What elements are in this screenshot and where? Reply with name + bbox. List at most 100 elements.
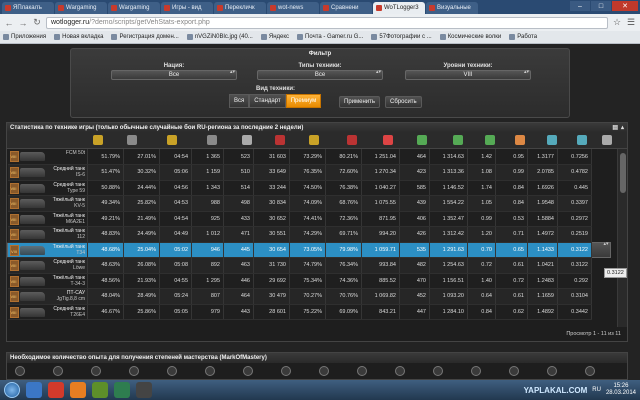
column-sort-icon[interactable]: [167, 135, 177, 145]
tank-label: FCM 50t: [46, 150, 85, 156]
table-row[interactable]: Тяжёлый танкT-34-348.56%21.93%04:551 295…: [7, 273, 611, 289]
column-icon-header: [7, 133, 627, 149]
column-sort-icon[interactable]: [577, 135, 587, 145]
apply-button[interactable]: Применить: [339, 96, 381, 108]
table-cell: 0.72: [495, 273, 528, 289]
browser-tab[interactable]: wot-news: [267, 2, 319, 14]
app-icon[interactable]: [92, 382, 108, 398]
browser-tab[interactable]: ЯПлакалъ: [2, 2, 54, 14]
table-cell: 0.84: [495, 180, 528, 196]
mastery-badge-icon: [357, 366, 367, 376]
bookmark-item[interactable]: Регистрация домен...: [111, 34, 179, 40]
bookmark-item[interactable]: Новая вкладка: [54, 34, 103, 40]
language-indicator[interactable]: RU: [592, 387, 601, 393]
close-icon[interactable]: ✕: [612, 1, 638, 11]
table-cell: 523: [223, 149, 254, 165]
column-sort-icon[interactable]: [275, 135, 285, 145]
bookmark-label: nVGZiN0Blc.jpg (40...: [194, 34, 253, 40]
column-sort-icon[interactable]: [602, 135, 612, 145]
tank-label: ПТ-САУ JgTig.8,8 cm: [46, 290, 85, 302]
browser-tab[interactable]: Игры - вид: [161, 2, 213, 14]
skype-icon[interactable]: [114, 382, 130, 398]
mastery-badge-icon: [433, 366, 443, 376]
explorer-icon[interactable]: [26, 382, 42, 398]
maximize-icon[interactable]: □: [591, 1, 611, 11]
column-sort-icon[interactable]: [127, 135, 137, 145]
export-icon[interactable]: ▤: [612, 124, 618, 131]
start-button[interactable]: [4, 382, 20, 398]
bookmark-item[interactable]: Космические волки: [439, 34, 501, 40]
clock[interactable]: 15:26 28.03.2014: [606, 383, 636, 397]
table-row[interactable]: Средний танкLöwe48.63%26.08%05:088924633…: [7, 257, 611, 274]
tank-cell: Средний танкIS-6: [7, 164, 88, 181]
vertical-scrollbar[interactable]: [617, 149, 627, 327]
tank-silhouette-icon: [19, 199, 45, 208]
table-row[interactable]: Средний танкType 5950.88%24.44%04:561 34…: [7, 180, 611, 196]
table-cell: 585: [399, 180, 430, 196]
bookmark-star-icon[interactable]: ☆: [612, 17, 622, 28]
bookmark-icon: [297, 34, 304, 40]
column-sort-icon[interactable]: [547, 135, 557, 145]
browser-tab[interactable]: Wargaming: [108, 2, 160, 14]
game-icon[interactable]: [136, 382, 152, 398]
forward-icon[interactable]: →: [18, 18, 28, 28]
column-sort-icon[interactable]: [347, 135, 357, 145]
browser-tab[interactable]: Wargaming: [55, 2, 107, 14]
reset-button[interactable]: Сбросить: [385, 96, 422, 108]
reload-icon[interactable]: ↻: [32, 17, 42, 28]
scroll-thumb[interactable]: [620, 153, 626, 193]
column-sort-icon[interactable]: [453, 135, 463, 145]
vid-option[interactable]: Вся: [229, 94, 250, 108]
table-row[interactable]: Тяжёлый танкM6A2E149.21%21.49%04:5492543…: [7, 211, 611, 227]
bookmark-item[interactable]: nVGZiN0Blc.jpg (40...: [186, 34, 253, 40]
column-sort-icon[interactable]: [207, 135, 217, 145]
collapse-icon[interactable]: ▴: [621, 124, 624, 131]
table-row[interactable]: FCM 50t51.79%27.01%04:541 36552331 60373…: [7, 149, 611, 165]
level-select[interactable]: VIII: [405, 70, 531, 80]
browser-tab[interactable]: Перекличк: [214, 2, 266, 14]
tab-favicon-icon: [164, 5, 170, 11]
bookmark-label: Регистрация домен...: [119, 34, 179, 40]
browser-tab[interactable]: Визуальные: [426, 2, 478, 14]
tier-flag-icon: [9, 167, 19, 178]
stats-title-bar: Статистика по технике игры (только обычн…: [7, 123, 627, 133]
tier-flag-icon: [10, 244, 19, 256]
mastery-panel: Необходимое количество опыта для получен…: [6, 352, 628, 380]
column-sort-icon[interactable]: [242, 135, 252, 145]
tab-favicon-icon: [5, 5, 11, 11]
tank-cell: Средний танкLöwe: [7, 257, 88, 274]
table-cell: 04:54: [159, 149, 192, 165]
type-select[interactable]: Все: [257, 70, 383, 80]
back-icon[interactable]: ←: [4, 18, 14, 28]
column-sort-icon[interactable]: [417, 135, 427, 145]
column-sort-icon[interactable]: [485, 135, 495, 145]
browser-tab[interactable]: Сравнени: [320, 2, 372, 14]
bookmark-item[interactable]: Приложения: [3, 34, 46, 40]
firefox-icon[interactable]: [70, 382, 86, 398]
table-row[interactable]: Тяжёлый танкKV-549.34%25.82%04:539884983…: [7, 195, 611, 212]
url-field[interactable]: wotlogger.ru/?demo/scripts/getVehStats-e…: [46, 16, 608, 29]
column-sort-icon[interactable]: [309, 135, 319, 145]
table-row[interactable]: Средний танкT26E446.67%25.86%05:05979443…: [7, 304, 611, 320]
column-sort-icon[interactable]: [515, 135, 525, 145]
table-row[interactable]: ПТ-САУJgTig.8,8 cm48.04%28.49%05:2480746…: [7, 288, 611, 305]
menu-icon[interactable]: ☰: [626, 17, 636, 28]
browser-tab[interactable]: WoTLogger3: [373, 2, 425, 14]
bookmark-item[interactable]: Почта - Gamer.ru G...: [297, 34, 363, 40]
mastery-badge-icon: [319, 366, 329, 376]
bookmark-item[interactable]: Работа: [509, 34, 537, 40]
nation-select[interactable]: Все: [111, 70, 237, 80]
table-cell: 0.3104: [557, 288, 592, 305]
chrome-icon[interactable]: [48, 382, 64, 398]
table-row[interactable]: Тяжёлый танк11248.83%24.49%04:491 012471…: [7, 226, 611, 243]
table-row[interactable]: Средний танкIS-651.47%30.32%05:061 15951…: [7, 164, 611, 181]
bookmark-item[interactable]: 57Фотографии с ...: [371, 34, 432, 40]
table-cell: 1.74: [467, 180, 496, 196]
minimize-icon[interactable]: –: [570, 1, 590, 11]
vid-option[interactable]: Стандарт: [249, 94, 286, 108]
bookmark-item[interactable]: Яндекс: [260, 34, 289, 40]
column-sort-icon[interactable]: [383, 135, 393, 145]
table-row[interactable]: Тяжёлый танкT3448.68%25.04%05:0294644530…: [7, 242, 611, 258]
vid-option[interactable]: Премиум: [285, 94, 322, 108]
column-sort-icon[interactable]: [93, 135, 103, 145]
